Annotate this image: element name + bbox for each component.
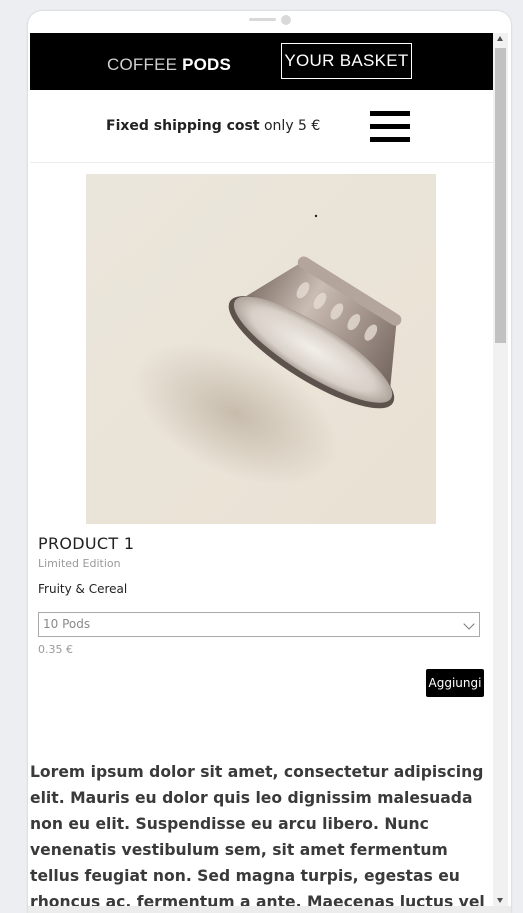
description-text: Lorem ipsum dolor sit amet, consectetur … <box>30 763 485 911</box>
shipping-text: Fixed shipping cost only 5 € <box>106 118 320 134</box>
scroll-thumb[interactable] <box>495 48 506 343</box>
bottom-bar <box>28 906 511 913</box>
select-value: 10 Pods <box>43 617 91 631</box>
top-header: COFFEE PODS YOUR BASKET <box>30 33 493 90</box>
phone-frame: COFFEE PODS YOUR BASKET Fixed shipping c… <box>28 11 511 913</box>
site-logo[interactable]: COFFEE PODS <box>107 55 231 75</box>
chevron-down-icon <box>463 618 475 630</box>
page-viewport: COFFEE PODS YOUR BASKET Fixed shipping c… <box>30 33 493 913</box>
speaker-bar <box>249 18 276 21</box>
logo-light-text: COFFEE <box>107 55 178 74</box>
shipping-bar: Fixed shipping cost only 5 € <box>30 90 493 163</box>
shipping-bold: Fixed shipping cost <box>106 118 260 134</box>
scroll-down-arrow-icon[interactable] <box>497 898 503 903</box>
product-image[interactable] <box>86 174 436 524</box>
product-edition: Limited Edition <box>38 557 121 570</box>
add-to-cart-button[interactable]: Aggiungi <box>426 669 484 697</box>
page-scrollbar[interactable] <box>493 33 508 906</box>
shipping-rest: only 5 € <box>263 118 321 134</box>
menu-line <box>370 137 410 142</box>
logo-bold-text: PODS <box>182 55 232 74</box>
product-price: 0.35 € <box>38 643 73 656</box>
camera-dot <box>281 15 291 25</box>
hamburger-menu-icon[interactable] <box>370 111 410 143</box>
menu-line <box>370 111 410 116</box>
menu-line <box>370 124 410 129</box>
basket-button[interactable]: YOUR BASKET <box>281 43 412 79</box>
pods-quantity-select[interactable]: 10 Pods <box>38 612 480 637</box>
product-title[interactable]: PRODUCT 1 <box>38 534 134 553</box>
product-flavor: Fruity & Cereal <box>38 582 128 596</box>
scroll-up-arrow-icon[interactable] <box>497 36 503 41</box>
